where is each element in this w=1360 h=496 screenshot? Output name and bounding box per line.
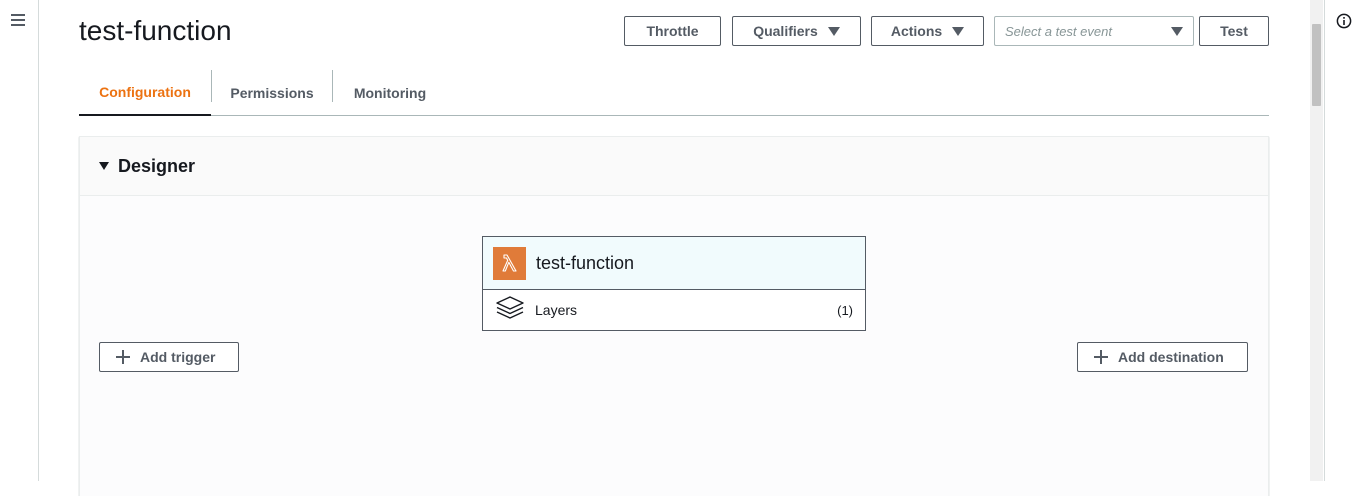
- test-event-placeholder: Select a test event: [1005, 23, 1112, 39]
- page-scrollbar[interactable]: [1310, 0, 1323, 481]
- page-title: test-function: [79, 15, 232, 46]
- actions-label: Actions: [890, 23, 943, 39]
- add-destination-button[interactable]: Add destination: [1077, 342, 1248, 372]
- hamburger-menu-icon[interactable]: [11, 14, 25, 27]
- tab-bar: Configuration Permissions Monitoring: [79, 70, 1269, 116]
- tab-monitoring[interactable]: Monitoring: [333, 70, 447, 115]
- scrollbar-thumb[interactable]: [1312, 24, 1321, 106]
- designer-canvas: test-function Layers (1) Add trigger Add…: [80, 196, 1268, 496]
- plus-icon: [116, 350, 130, 364]
- plus-icon: [1094, 350, 1108, 364]
- right-info-rail: [1324, 0, 1360, 481]
- throttle-button[interactable]: Throttle: [624, 16, 721, 46]
- tab-permissions[interactable]: Permissions: [212, 70, 332, 115]
- function-name: test-function: [536, 252, 635, 273]
- designer-panel: Designer test-function Layers (1) Add tr…: [79, 136, 1269, 496]
- designer-header[interactable]: Designer: [80, 137, 1268, 196]
- caret-down-icon: [952, 26, 965, 36]
- function-card: test-function Layers (1): [482, 236, 866, 331]
- caret-down-icon: [827, 26, 840, 36]
- tab-configuration[interactable]: Configuration: [79, 70, 211, 116]
- designer-title: Designer: [118, 155, 196, 176]
- collapse-caret-icon: [99, 162, 109, 170]
- layers-label: Layers: [535, 302, 578, 318]
- layers-count: (1): [837, 302, 853, 318]
- add-destination-label: Add destination: [1118, 349, 1224, 365]
- test-button[interactable]: Test: [1199, 16, 1269, 46]
- test-event-select[interactable]: Select a test event: [994, 16, 1194, 46]
- function-node[interactable]: test-function: [483, 237, 865, 290]
- caret-down-icon: [1171, 26, 1183, 36]
- actions-dropdown[interactable]: Actions: [871, 16, 984, 46]
- qualifiers-dropdown[interactable]: Qualifiers: [732, 16, 861, 46]
- throttle-label: Throttle: [646, 23, 699, 39]
- info-icon[interactable]: [1336, 13, 1352, 29]
- lambda-icon: [493, 246, 526, 280]
- layers-node[interactable]: Layers (1): [483, 290, 865, 330]
- qualifiers-label: Qualifiers: [753, 23, 818, 39]
- left-nav-rail: [0, 0, 39, 481]
- add-trigger-button[interactable]: Add trigger: [99, 342, 239, 372]
- add-trigger-label: Add trigger: [140, 349, 216, 365]
- test-label: Test: [1220, 23, 1248, 39]
- layers-icon: [495, 295, 525, 326]
